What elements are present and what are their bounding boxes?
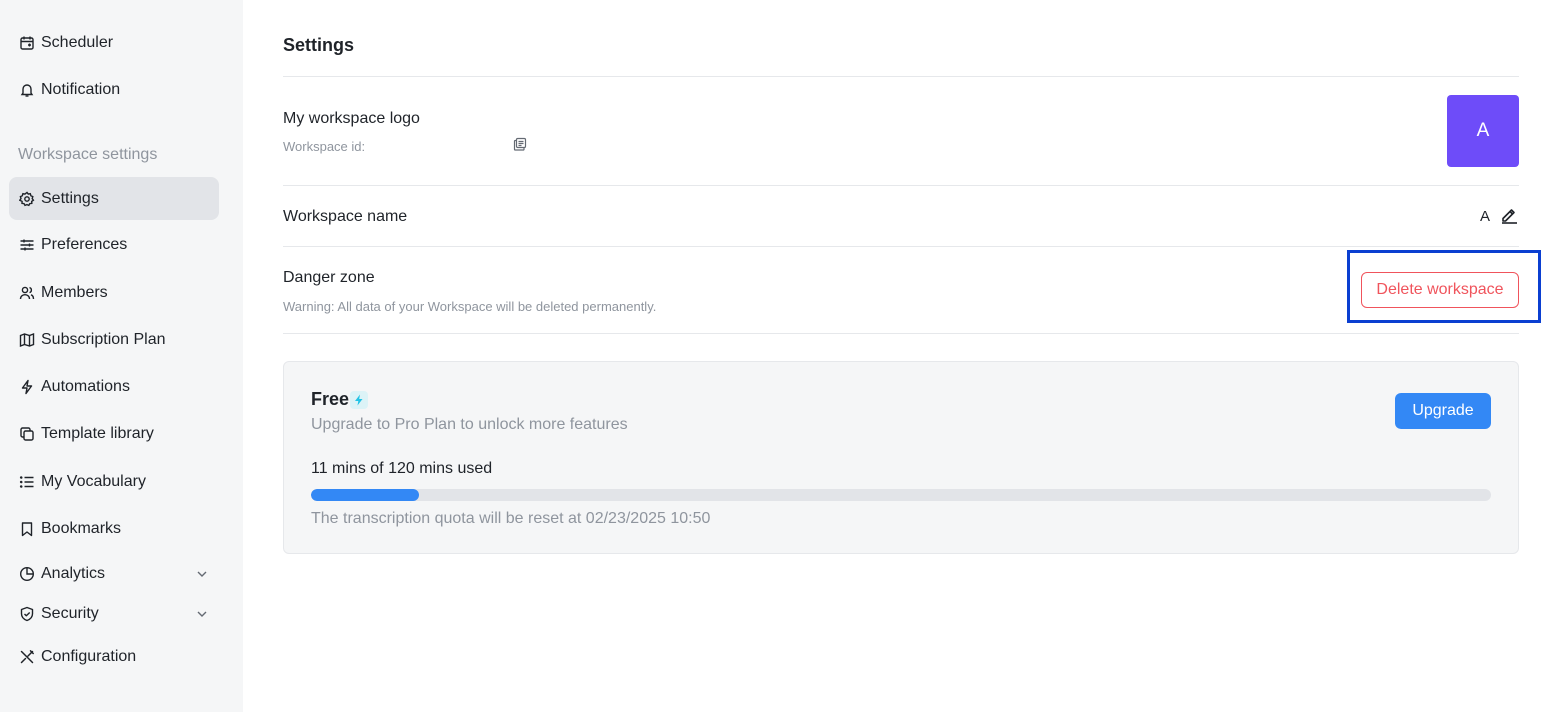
sidebar-item-label: Configuration: [41, 648, 137, 665]
sidebar-item-label: Automations: [41, 378, 130, 395]
sidebar-item-label: Bookmarks: [41, 520, 122, 537]
pie-chart-icon: [18, 565, 36, 583]
app-window: Scheduler Notification Workspace setting…: [0, 0, 1555, 712]
sidebar-item-automations[interactable]: Automations: [9, 367, 219, 407]
bolt-icon: [350, 391, 368, 409]
sidebar-item-bookmarks[interactable]: Bookmarks: [9, 509, 219, 549]
users-icon: [18, 284, 36, 302]
divider: [283, 333, 1519, 334]
bolt-icon: [18, 378, 36, 396]
sidebar-item-label: My Vocabulary: [41, 473, 146, 490]
sidebar-item-label: Scheduler: [41, 34, 114, 51]
edit-pencil-icon[interactable]: [1500, 206, 1520, 226]
delete-workspace-button[interactable]: Delete workspace: [1361, 272, 1519, 308]
sidebar-item-label: Notification: [41, 81, 121, 98]
sidebar-item-security[interactable]: Security: [9, 594, 219, 634]
calendar-icon: [18, 34, 36, 52]
plan-name: Free: [311, 389, 350, 409]
tools-icon: [18, 648, 36, 666]
usage-progress-fill: [311, 489, 420, 501]
divider: [283, 76, 1519, 77]
sidebar-item-subscription-plan[interactable]: Subscription Plan: [9, 320, 219, 360]
sidebar-item-label: Template library: [41, 425, 154, 442]
chevron-down-icon[interactable]: [195, 607, 209, 621]
workspace-logo[interactable]: A: [1447, 95, 1519, 167]
sidebar-item-template-library[interactable]: Template library: [9, 414, 219, 454]
gear-icon: [18, 190, 36, 208]
sidebar-item-analytics[interactable]: Analytics: [9, 554, 219, 594]
sidebar-item-preferences[interactable]: Preferences: [9, 225, 219, 265]
danger-zone-warning: Warning: All data of your Workspace will…: [283, 299, 657, 314]
workspace-name-label: Workspace name: [283, 208, 408, 225]
upgrade-button[interactable]: Upgrade: [1395, 393, 1491, 429]
divider: [283, 246, 1519, 247]
page-title: Settings: [283, 35, 355, 55]
sidebar-item-label: Analytics: [41, 565, 106, 582]
quota-reset-text: The transcription quota will be reset at…: [311, 510, 711, 527]
danger-zone-label: Danger zone: [283, 269, 375, 286]
sidebar-item-scheduler[interactable]: Scheduler: [9, 23, 219, 63]
map-icon: [18, 331, 36, 349]
bookmark-icon: [18, 520, 36, 538]
plan-card: Free Upgrade to Pro Plan to unlock more …: [283, 361, 1519, 554]
usage-progress-bar: [311, 489, 1491, 501]
copy-icon[interactable]: [513, 137, 529, 153]
workspace-name-value: A: [1480, 208, 1491, 225]
sidebar-item-label: Subscription Plan: [41, 331, 166, 348]
sidebar-item-settings[interactable]: Settings: [9, 177, 219, 220]
sidebar-item-label: Security: [41, 605, 99, 622]
sidebar-item-my-vocabulary[interactable]: My Vocabulary: [9, 462, 219, 502]
sidebar-item-members[interactable]: Members: [9, 273, 219, 313]
shield-icon: [18, 605, 36, 623]
template-icon: [18, 425, 36, 443]
section-label-workspace-settings: Workspace settings: [18, 146, 158, 163]
usage-text: 11 mins of 120 mins used: [311, 460, 493, 477]
sidebar-item-label: Settings: [41, 189, 99, 207]
main-content: Settings My workspace logo Workspace id:…: [243, 0, 1555, 712]
workspace-id-label: Workspace id:: [283, 139, 366, 154]
sidebar-item-label: Preferences: [41, 236, 128, 253]
sidebar-item-notification[interactable]: Notification: [9, 70, 219, 110]
sidebar-item-configuration[interactable]: Configuration: [9, 637, 219, 677]
bell-icon: [18, 81, 36, 99]
divider: [283, 185, 1519, 186]
sidebar: Scheduler Notification Workspace setting…: [0, 0, 243, 712]
sidebar-item-label: Members: [41, 284, 108, 301]
list-icon: [18, 473, 36, 491]
chevron-down-icon[interactable]: [195, 567, 209, 581]
sliders-icon: [18, 236, 36, 254]
workspace-logo-letter: A: [1476, 120, 1490, 141]
workspace-logo-label: My workspace logo: [283, 110, 420, 127]
plan-description: Upgrade to Pro Plan to unlock more featu…: [311, 416, 628, 433]
